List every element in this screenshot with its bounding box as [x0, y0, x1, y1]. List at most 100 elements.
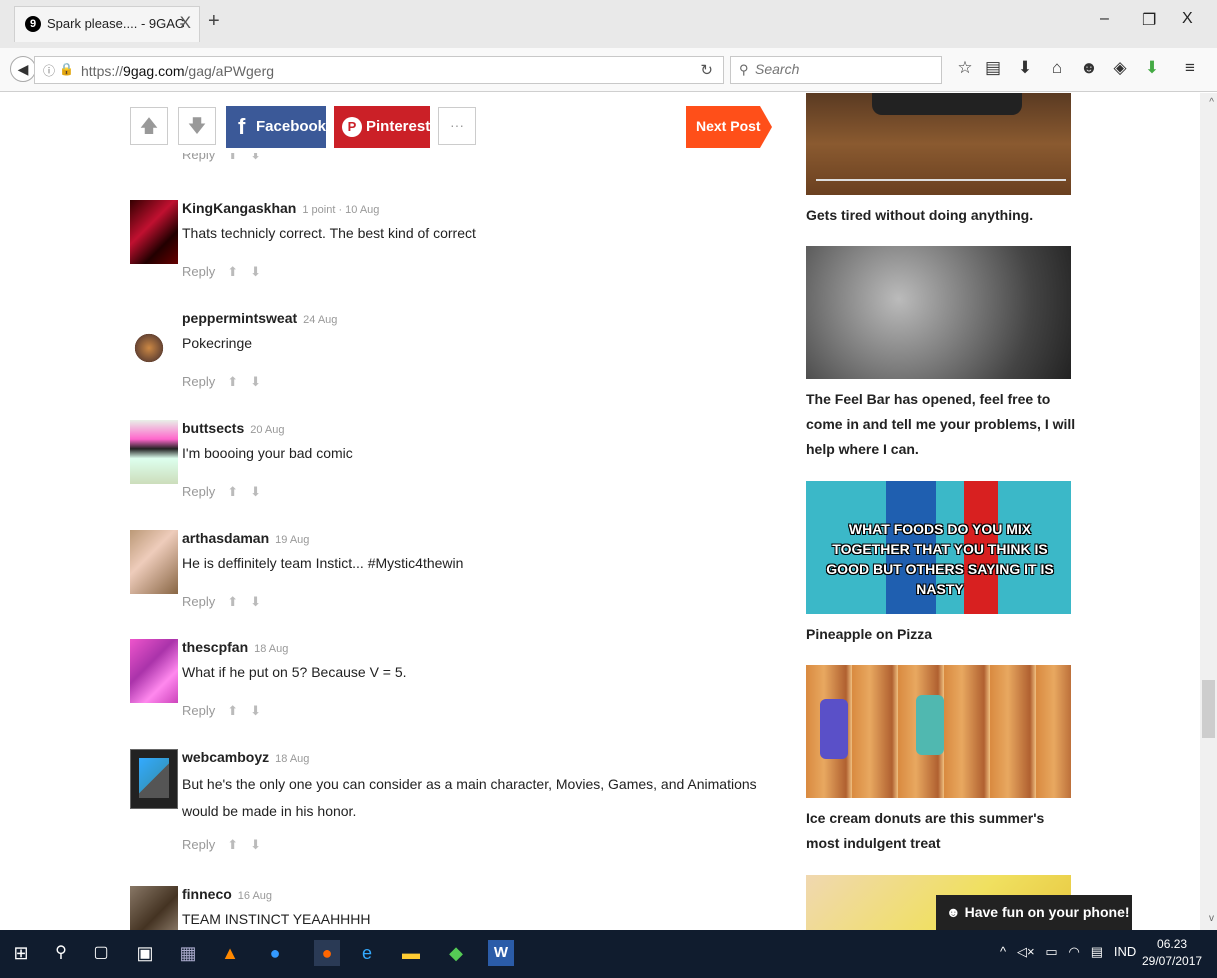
author-name[interactable]: thescpfan — [182, 639, 248, 655]
reply-link[interactable]: Reply — [182, 374, 215, 389]
vlc-icon[interactable]: ▲ — [217, 940, 243, 966]
sidebar-item-title[interactable]: The Feel Bar has opened, feel free to co… — [806, 387, 1076, 462]
search-bar[interactable]: ⚲ — [730, 56, 942, 84]
restore-button[interactable]: ❐ — [1142, 10, 1156, 30]
pinterest-icon: P — [342, 117, 362, 137]
avatar[interactable] — [130, 530, 178, 594]
comment-meta: 1 point · 10 Aug — [302, 204, 380, 216]
addon-notification-icon[interactable]: ⬇ — [1142, 58, 1162, 78]
upvote-icon[interactable]: ⬆ — [227, 594, 238, 609]
more-share-button[interactable]: ··· — [438, 107, 476, 145]
back-button[interactable]: ◀ — [10, 56, 36, 82]
avatar[interactable] — [130, 200, 178, 264]
pocket-icon[interactable]: ◈ — [1110, 58, 1130, 78]
search-input[interactable] — [755, 61, 935, 77]
pinterest-share-button[interactable]: P Pinterest — [334, 106, 430, 148]
facebook-share-button[interactable]: f Facebook — [226, 106, 326, 148]
author-name[interactable]: peppermintsweat — [182, 310, 297, 326]
reply-link[interactable]: Reply — [182, 153, 215, 162]
search-taskbar-icon[interactable]: ⚲ — [48, 940, 74, 966]
scroll-down-arrow-icon[interactable]: v — [1209, 913, 1214, 924]
sidebar-thumbnail[interactable] — [806, 93, 1071, 195]
author-name[interactable]: KingKangaskhan — [182, 200, 296, 216]
menu-icon[interactable]: ≡ — [1180, 58, 1200, 78]
battery-icon[interactable]: ▭ — [1045, 944, 1057, 959]
upvote-button[interactable]: 🡅 — [130, 107, 168, 145]
notification-icon[interactable]: ▤ — [1091, 944, 1103, 959]
bookmark-star-icon[interactable]: ☆ — [955, 58, 975, 78]
reply-link[interactable]: Reply — [182, 703, 215, 718]
new-tab-button[interactable]: + — [208, 10, 220, 33]
downvote-icon[interactable]: ⬇ — [250, 374, 261, 389]
language-indicator[interactable]: IND — [1114, 944, 1136, 959]
comment-actions: Reply ⬆ ⬇ — [182, 594, 273, 610]
upvote-icon[interactable]: ⬆ — [227, 484, 238, 499]
downvote-icon[interactable]: ⬇ — [250, 484, 261, 499]
downvote-button[interactable]: 🡇 — [178, 107, 216, 145]
sidebar-thumbnail[interactable] — [806, 246, 1071, 379]
firefox-icon[interactable]: ● — [314, 940, 340, 966]
download-icon[interactable]: ⬇ — [1015, 58, 1035, 78]
app-icon[interactable]: ▦ — [175, 940, 201, 966]
downvote-icon[interactable]: ⬇ — [250, 594, 261, 609]
reply-link[interactable]: Reply — [182, 594, 215, 609]
app-icon[interactable]: ● — [262, 940, 288, 966]
extension-icon[interactable]: ☻ — [1079, 58, 1099, 78]
volume-icon[interactable]: ◁× — [1017, 944, 1035, 959]
reply-link[interactable]: Reply — [182, 484, 215, 499]
comment-text: What if he put on 5? Because V = 5. — [182, 664, 407, 680]
author-name[interactable]: webcamboyz — [182, 749, 269, 765]
author-name[interactable]: finneco — [182, 886, 232, 902]
downvote-icon[interactable]: ⬇ — [250, 264, 261, 279]
sidebar-item-title[interactable]: Gets tired without doing anything. — [806, 203, 1076, 228]
store-icon[interactable]: ▣ — [132, 940, 158, 966]
comment-meta: 24 Aug — [303, 314, 338, 326]
page-scrollbar[interactable]: ^ v — [1200, 93, 1217, 930]
downvote-icon[interactable]: ⬇ — [250, 703, 261, 718]
mobile-app-toast[interactable]: ☻ Have fun on your phone! X — [936, 895, 1132, 930]
task-view-icon[interactable]: ▢ — [88, 940, 114, 966]
file-explorer-icon[interactable]: ▬ — [398, 940, 424, 966]
upvote-icon[interactable]: ⬆ — [227, 703, 238, 718]
word-icon[interactable]: W — [488, 940, 514, 966]
author-name[interactable]: buttsects — [182, 420, 244, 436]
window-close-button[interactable]: X — [1182, 10, 1193, 28]
avatar[interactable] — [130, 420, 178, 484]
facebook-label: Facebook — [256, 118, 327, 135]
sidebar-item-title[interactable]: Ice cream donuts are this summer's most … — [806, 806, 1076, 856]
sidebar-thumbnail[interactable] — [806, 665, 1071, 798]
reply-link[interactable]: Reply — [182, 837, 215, 852]
reading-list-icon[interactable]: ▤ — [983, 58, 1003, 78]
insecure-lock-icon[interactable]: 🔒 — [59, 62, 74, 76]
upvote-icon[interactable]: ⬆ — [227, 264, 238, 279]
sidebar-thumbnail[interactable]: WHAT FOODS DO YOU MIX TOGETHER THAT YOU … — [806, 481, 1071, 614]
sidebar-item-title[interactable]: Pineapple on Pizza — [806, 622, 1076, 647]
upvote-icon[interactable]: ⬆ — [227, 374, 238, 389]
comment-actions: Reply ⬆ ⬇ — [182, 703, 273, 719]
tray-expand-icon[interactable]: ^ — [1000, 944, 1006, 959]
app-icon[interactable]: ◆ — [443, 940, 469, 966]
browser-tab[interactable]: 9 Spark please.... - 9GAG X — [14, 6, 200, 42]
scroll-up-arrow-icon[interactable]: ^ — [1209, 97, 1214, 108]
avatar[interactable] — [130, 639, 178, 703]
next-post-button[interactable]: Next Post — [686, 106, 772, 148]
avatar[interactable] — [130, 886, 178, 930]
reply-link[interactable]: Reply — [182, 264, 215, 279]
wifi-icon[interactable]: ◠ — [1069, 944, 1080, 959]
upvote-icon[interactable]: ⬆ — [227, 837, 238, 852]
home-icon[interactable]: ⌂ — [1047, 58, 1067, 78]
tab-close-icon[interactable]: X — [180, 13, 191, 33]
reload-icon[interactable]: ↻ — [700, 61, 713, 79]
downvote-icon[interactable]: ⬇ — [250, 837, 261, 852]
clock[interactable]: 06.23 29/07/2017 — [1142, 936, 1202, 970]
info-icon[interactable]: ⓘ — [43, 62, 55, 79]
scrollbar-thumb[interactable] — [1202, 680, 1215, 738]
start-icon[interactable]: ⊞ — [8, 940, 34, 966]
avatar[interactable] — [134, 330, 164, 366]
edge-icon[interactable]: e — [354, 940, 380, 966]
author-name[interactable]: arthasdaman — [182, 530, 269, 546]
url-bar[interactable]: ⓘ 🔒 https://9gag.com/gag/aPWgerg ↻ — [34, 56, 724, 84]
avatar[interactable] — [130, 749, 178, 809]
clock-time: 06.23 — [1157, 937, 1188, 951]
minimize-button[interactable]: – — [1100, 10, 1109, 28]
